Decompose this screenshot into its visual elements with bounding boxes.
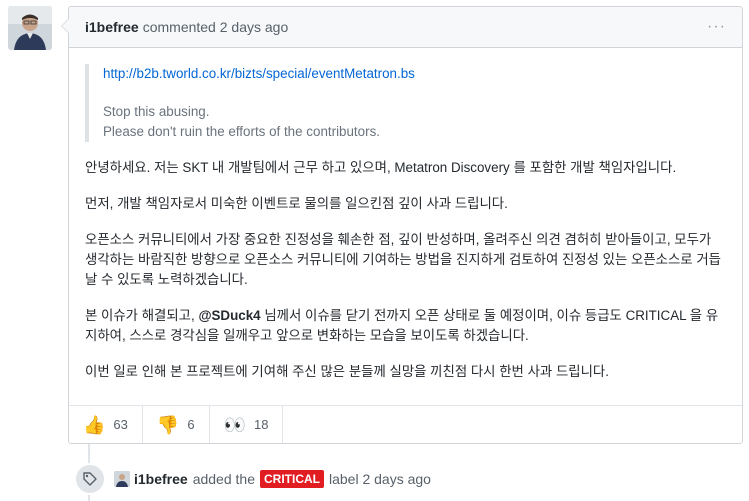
thumbs-down-icon: 👎 (156, 414, 180, 435)
paragraph-4: 본 이슈가 해결되고, @SDuck4 님께서 이슈를 닫기 전까지 오픈 상태… (85, 306, 726, 346)
paragraph-2: 먼저, 개발 책임자로서 미숙한 이벤트로 물의를 일으킨점 깊이 사과 드립니… (85, 196, 508, 211)
event-author[interactable]: i1befree (134, 471, 188, 487)
thumbs-up-icon: 👍 (83, 414, 106, 435)
quoted-link[interactable]: http://b2b.tworld.co.kr/bizts/special/ev… (103, 64, 712, 84)
comment-body: http://b2b.tworld.co.kr/bizts/special/ev… (69, 48, 742, 382)
issue-timeline: i1befree commented 2 days ago ··· http:/… (0, 0, 749, 501)
critical-label[interactable]: CRITICAL (260, 470, 324, 488)
eyes-icon: 👀 (223, 414, 246, 435)
reaction-thumbs-up[interactable]: 👍 63 (69, 406, 143, 443)
reactions-bar: 👍 63 👎 6 👀 18 (69, 405, 742, 443)
user-mention[interactable]: @SDuck4 (198, 308, 260, 323)
comment-box: i1befree commented 2 days ago ··· http:/… (61, 6, 743, 444)
tag-icon (74, 463, 106, 495)
reaction-thumbs-down[interactable]: 👎 6 (143, 406, 210, 443)
reaction-count: 63 (113, 417, 128, 432)
reaction-count: 18 (253, 417, 269, 432)
label-event: i1befree added the CRITICAL label 2 days… (74, 463, 743, 495)
comment-header: i1befree commented 2 days ago ··· (69, 7, 742, 48)
event-suffix: label 2 days ago (329, 471, 431, 487)
paragraph-5: 이번 일로 인해 본 프로젝트에 기여해 주신 많은 분들께 실망을 끼친점 다… (85, 364, 609, 379)
paragraph-1: 안녕하세요. 저는 SKT 내 개발팀에서 근무 하고 있으며, Metatro… (85, 160, 677, 175)
avatar-image (8, 6, 52, 50)
event-action: added the (192, 471, 255, 487)
reaction-count: 6 (187, 417, 195, 432)
quote-line-2: Please don't ruin the efforts of the con… (103, 124, 380, 139)
event-avatar[interactable] (114, 471, 130, 487)
paragraph-3: 오픈소스 커뮤니티에서 가장 중요한 진정성을 훼손한 점, 깊이 반성하며, … (85, 232, 721, 287)
blockquote: http://b2b.tworld.co.kr/bizts/special/ev… (85, 64, 726, 142)
avatar[interactable] (8, 6, 52, 50)
more-options-icon[interactable]: ··· (707, 18, 726, 36)
reaction-eyes[interactable]: 👀 18 (210, 406, 284, 443)
tag-icon-glyph (83, 472, 97, 486)
comment-timestamp[interactable]: commented 2 days ago (143, 19, 289, 35)
paragraph-4-start: 본 이슈가 해결되고, (85, 308, 199, 323)
comment-author[interactable]: i1befree (85, 19, 139, 35)
event-avatar-image (114, 471, 130, 487)
quote-line-1: Stop this abusing. (103, 104, 210, 119)
